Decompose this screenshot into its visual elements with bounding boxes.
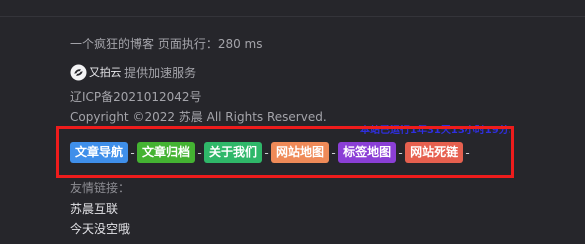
nav-separator: - [331, 145, 336, 160]
nav-separator: - [465, 145, 470, 160]
upyun-logo-text: 又拍云 [89, 66, 122, 79]
nav-button-dead-links[interactable]: 网站死链 [405, 142, 464, 163]
friend-link-item[interactable]: 今天没空哦 [70, 221, 130, 237]
nav-separator: - [130, 145, 135, 160]
nav-button-sitemap[interactable]: 网站地图 [271, 142, 330, 163]
nav-button-archive[interactable]: 文章归档 [137, 142, 196, 163]
icp-number-link[interactable]: 辽ICP备2021012042号 [70, 89, 202, 105]
copyright-text: Copyright ©2022 苏晨 All Rights Reserved. [70, 110, 327, 124]
nav-button-about[interactable]: 关于我们 [204, 142, 263, 163]
upyun-logo-icon [70, 64, 87, 81]
friend-link-item[interactable]: 苏晨互联 [70, 201, 118, 217]
footer-nav-buttons: 文章导航 - 文章归档 - 关于我们 - 网站地图 - 标签地图 - 网站死链 - [70, 142, 472, 163]
footer-top-divider [0, 16, 585, 17]
powered-execution-time: 一个疯狂的博客 页面执行：280 ms [70, 37, 263, 51]
nav-separator: - [398, 145, 403, 160]
nav-separator: - [264, 145, 269, 160]
cdn-service-text: 提供加速服务 [124, 65, 197, 80]
friend-links-label: 友情链接： [70, 181, 131, 195]
nav-button-articles[interactable]: 文章导航 [70, 142, 129, 163]
nav-button-tag-map[interactable]: 标签地图 [338, 142, 397, 163]
nav-separator: - [197, 145, 202, 160]
cdn-credit[interactable]: 又拍云 提供加速服务 [70, 63, 196, 81]
